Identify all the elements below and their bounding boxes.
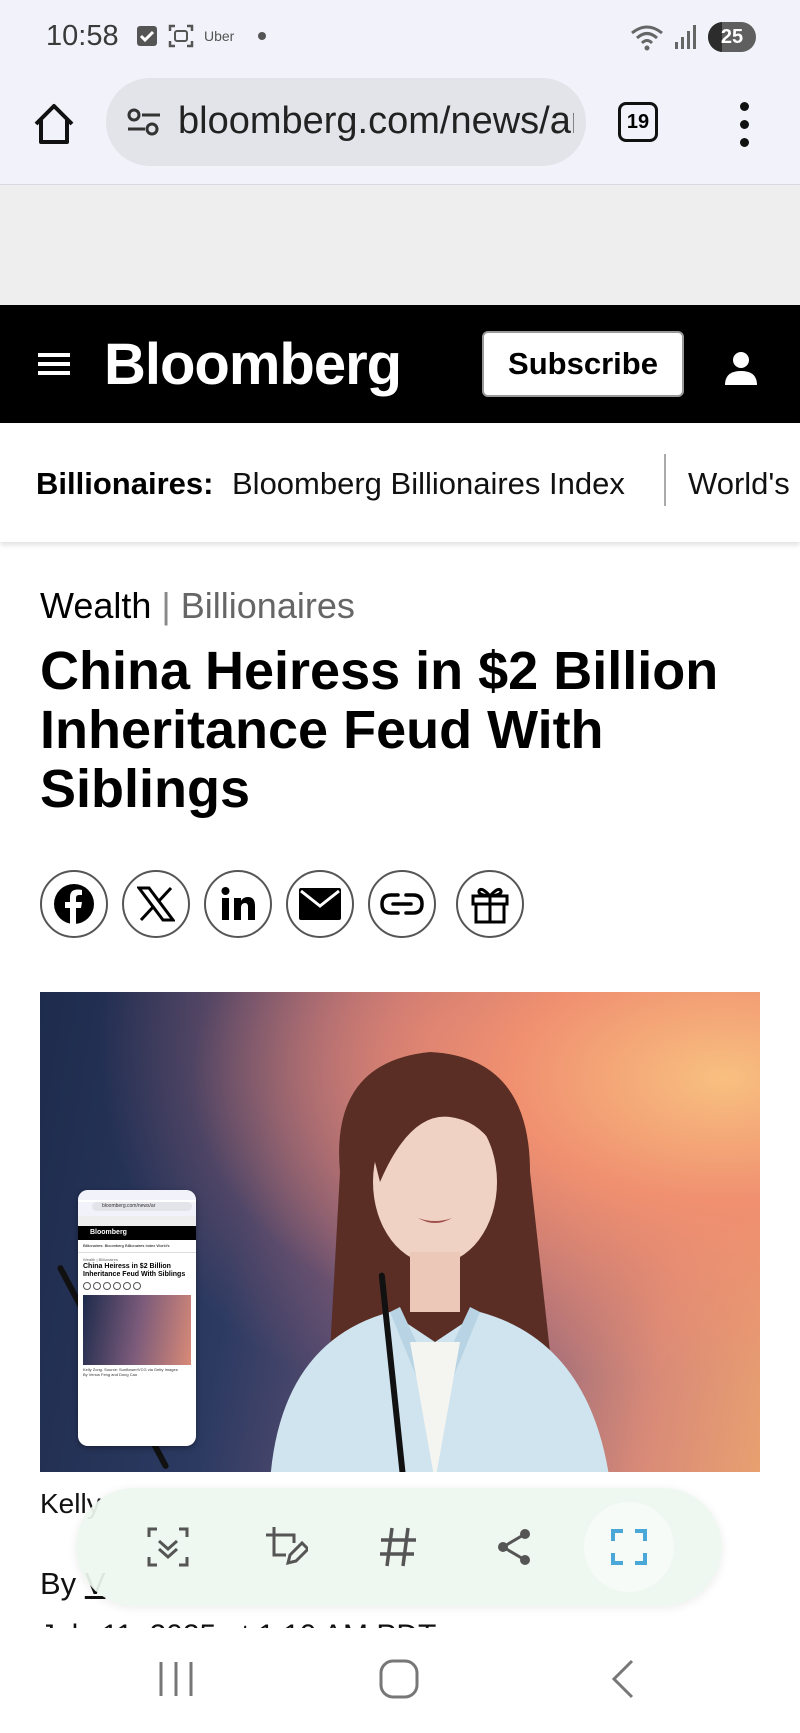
- home-nav-icon[interactable]: [378, 1658, 420, 1700]
- gift-icon: [471, 887, 509, 924]
- uber-notification-label: Uber: [204, 28, 235, 44]
- thumb-headline: China Heiress in $2 Billion Inheritance …: [83, 1263, 186, 1278]
- email-icon: [299, 888, 341, 920]
- account-icon[interactable]: [722, 349, 760, 387]
- screenshot-toolbar: [76, 1488, 722, 1606]
- browser-toolbar: bloomberg.com/news/articles/2025-07-11/c…: [0, 78, 800, 185]
- share-icon: [498, 1529, 530, 1565]
- share-button[interactable]: [484, 1517, 544, 1577]
- thumb-breadcrumb: Wealth | Billionaires: [83, 1257, 118, 1262]
- expand-capture-button[interactable]: [584, 1502, 674, 1592]
- browser-menu-icon[interactable]: [738, 102, 750, 148]
- share-linkedin-button[interactable]: [204, 870, 272, 938]
- status-bar: 10:58 Uber 25: [0, 0, 800, 78]
- hashtag-button[interactable]: [368, 1517, 428, 1577]
- battery-icon: 25: [708, 22, 756, 52]
- share-copy-link-button[interactable]: [368, 870, 436, 938]
- screenshot-preview-thumbnail[interactable]: bloomberg.com/news/ar Bloomberg Billiona…: [78, 1190, 196, 1446]
- signal-icon: [675, 25, 696, 49]
- breadcrumb-subsection[interactable]: Billionaires: [181, 585, 355, 626]
- subnav-link-worlds[interactable]: World's: [688, 466, 790, 502]
- system-navigation-bar: [0, 1628, 800, 1733]
- share-facebook-button[interactable]: [40, 870, 108, 938]
- thumb-share-row: [78, 1279, 196, 1293]
- system-icons: 25: [630, 22, 756, 52]
- hamburger-menu-icon[interactable]: [38, 353, 70, 375]
- breadcrumb-section[interactable]: Wealth: [40, 585, 151, 626]
- breadcrumb: Wealth | Billionaires: [40, 585, 355, 627]
- thumb-logo: Bloomberg: [78, 1226, 196, 1240]
- back-icon[interactable]: [608, 1658, 638, 1700]
- checkbox-notification-icon: [137, 26, 157, 46]
- subnav-link-billionaires-index[interactable]: Bloomberg Billionaires Index: [232, 466, 625, 502]
- share-email-button[interactable]: [286, 870, 354, 938]
- publish-date: July 11, 2025 at 1:10 AM PDT: [40, 1614, 436, 1628]
- edit-crop-icon: [266, 1527, 308, 1566]
- scan-text-button[interactable]: [138, 1517, 198, 1577]
- site-settings-icon[interactable]: [126, 108, 162, 136]
- screenshot-notification-icon: [168, 24, 194, 48]
- hashtag-icon: [380, 1527, 416, 1567]
- billionaires-subnav: Billionaires: Bloomberg Billionaires Ind…: [0, 424, 800, 542]
- thumb-image: [83, 1295, 191, 1365]
- subscribe-button[interactable]: Subscribe: [482, 331, 684, 397]
- breadcrumb-separator: |: [161, 585, 171, 626]
- more-notifications-dot-icon: [258, 32, 267, 40]
- url-text[interactable]: bloomberg.com/news/articles/2025-07-11/c…: [178, 100, 574, 143]
- share-x-button[interactable]: [122, 870, 190, 938]
- x-icon: [137, 886, 175, 922]
- battery-level: 25: [720, 25, 744, 48]
- article-headline: China Heiress in $2 Billion Inheritance …: [40, 641, 719, 819]
- ad-placeholder: [0, 185, 800, 305]
- thumb-byline: By Venus Feng and Dong Cao: [83, 1372, 138, 1377]
- thumb-url: bloomberg.com/news/ar: [92, 1202, 192, 1211]
- share-buttons: [40, 870, 524, 938]
- facebook-icon: [54, 884, 94, 924]
- wifi-icon: [631, 25, 663, 51]
- home-icon: [34, 104, 74, 144]
- expand-capture-icon: [611, 1529, 647, 1565]
- status-time: 10:58: [46, 20, 119, 52]
- article-hero-image[interactable]: bloomberg.com/news/ar Bloomberg Billiona…: [40, 992, 760, 1472]
- recent-apps-icon[interactable]: [156, 1658, 196, 1700]
- notification-icons: Uber: [136, 24, 267, 48]
- subnav-label: Billionaires:: [36, 466, 214, 501]
- speaker-photo-illustration: [270, 1052, 609, 1472]
- gift-article-button[interactable]: [456, 870, 524, 938]
- link-icon: [380, 893, 424, 915]
- byline-prefix: By: [40, 1566, 77, 1601]
- thumb-nav: Billionaires: Bloomberg Billionaires Ind…: [78, 1240, 196, 1253]
- tab-switcher-button[interactable]: 19: [618, 102, 658, 142]
- subnav-divider: [664, 454, 666, 506]
- home-button[interactable]: [30, 100, 78, 148]
- linkedin-icon: [221, 887, 255, 920]
- edit-crop-button[interactable]: [256, 1517, 316, 1577]
- site-header: Bloomberg Subscribe: [0, 305, 800, 423]
- scan-text-icon: [147, 1527, 189, 1567]
- address-bar[interactable]: bloomberg.com/news/articles/2025-07-11/c…: [106, 78, 586, 166]
- bloomberg-logo[interactable]: Bloomberg: [104, 331, 402, 398]
